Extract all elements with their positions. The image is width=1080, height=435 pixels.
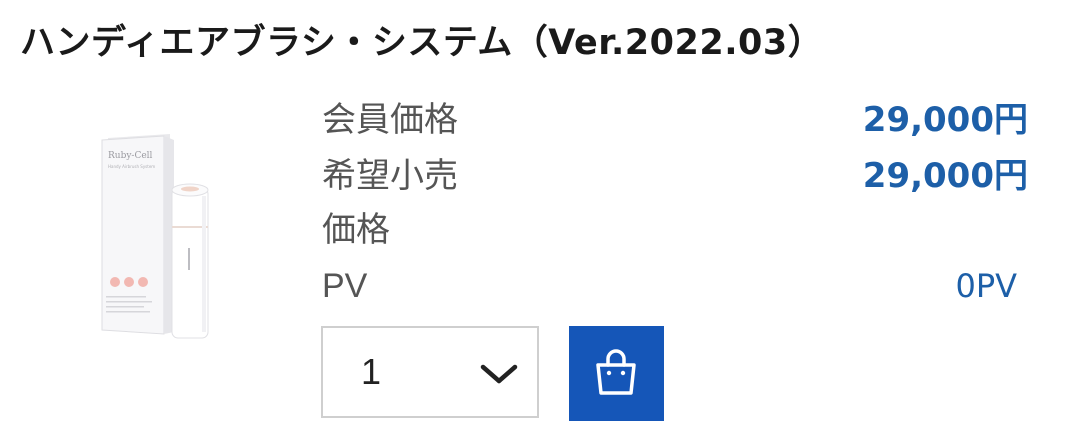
add-to-cart-button[interactable] (569, 326, 664, 421)
quantity-select[interactable]: 1 (321, 326, 539, 418)
chevron-down-icon (480, 364, 518, 384)
product-image-graphic: Ruby-Cell Handy Airbrush System (101, 134, 209, 339)
retail-price-value: 29,000円 (862, 156, 1028, 196)
image-brand-text: Ruby-Cell (108, 151, 153, 161)
product-image: Ruby-Cell Handy Airbrush System (88, 110, 228, 350)
shopping-bag-icon (596, 349, 636, 395)
image-dot (138, 277, 148, 287)
pv-value: 0PV (955, 267, 1017, 305)
member-price-value: 29,000円 (862, 100, 1028, 140)
member-price-label: 会員価格 (322, 100, 458, 140)
pv-label: PV (322, 267, 368, 305)
image-dot (124, 277, 134, 287)
retail-price-label-line2: 価格 (322, 210, 390, 250)
image-dot (110, 277, 120, 287)
quantity-value: 1 (361, 351, 382, 392)
product-title: ハンディエアブラシ・システム（Ver.2022.03） (20, 23, 824, 63)
retail-price-label-line1: 希望小売 (322, 156, 458, 196)
image-subtitle-text: Handy Airbrush System (108, 164, 155, 169)
